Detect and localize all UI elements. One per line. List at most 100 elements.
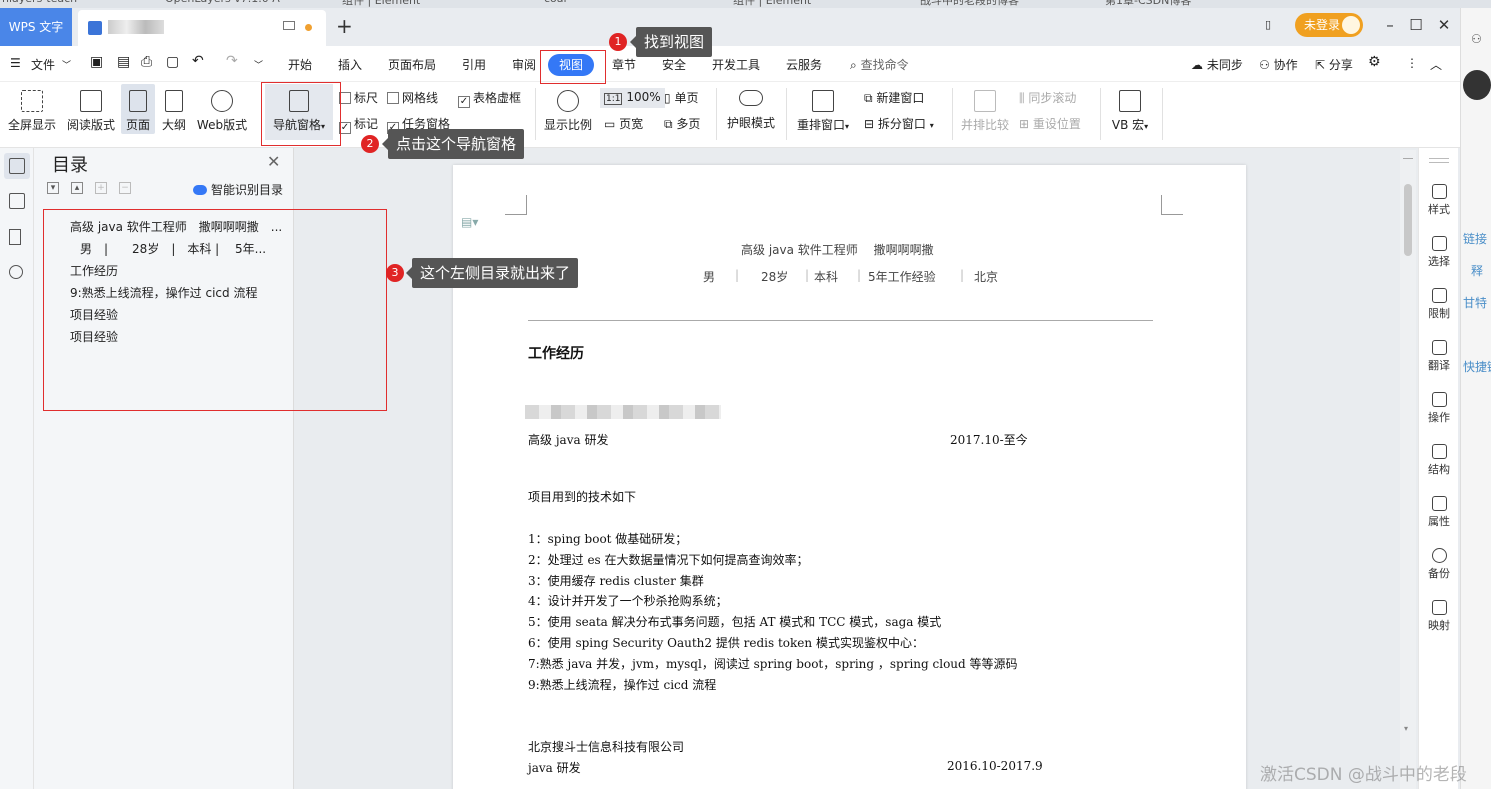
properties-tool[interactable]: 属性: [1419, 496, 1459, 529]
chevron-down-icon[interactable]: ﹀: [62, 58, 71, 71]
translate-tool[interactable]: 翻译: [1419, 340, 1459, 373]
sync-scroll-button[interactable]: ⫼ 同步滚动: [1019, 89, 1076, 106]
zoom-button[interactable]: 显示比例: [542, 90, 594, 133]
browser-tab[interactable]: OpenLayers v7.1.0 A: [165, 0, 280, 8]
browser-tab[interactable]: 第1章-CSDN博客: [1105, 0, 1191, 8]
backup-tool[interactable]: 备份: [1419, 548, 1459, 581]
split-window-button[interactable]: ⊟ 拆分窗口 ▾: [864, 115, 934, 132]
save-icon[interactable]: ▣: [90, 54, 103, 70]
sync-status[interactable]: ☁ 未同步: [1191, 56, 1243, 73]
dropdown-arrow-icon[interactable]: ▾: [845, 122, 849, 131]
app-tab[interactable]: WPS 文字: [0, 8, 72, 46]
browser-tab[interactable]: 战斗中的老段的博客: [920, 0, 1019, 8]
remove-icon[interactable]: −: [119, 182, 131, 194]
collapse-up-icon[interactable]: ▴: [71, 182, 83, 194]
zoom-100-button[interactable]: 1:1 100%: [600, 88, 665, 108]
single-page-button[interactable]: ▯ 单页: [664, 89, 698, 106]
outline-button[interactable]: 大纲: [158, 90, 190, 133]
login-button[interactable]: 未登录: [1295, 13, 1363, 37]
menu-cloud[interactable]: 云服务: [786, 56, 822, 73]
hamburger-icon[interactable]: ☰: [10, 56, 21, 70]
side-link[interactable]: 链接: [1463, 230, 1487, 247]
gridlines-checkbox[interactable]: 网格线: [387, 89, 438, 106]
vertical-scrollbar[interactable]: ▾: [1400, 150, 1416, 789]
menu-home[interactable]: 开始: [288, 56, 312, 73]
menu-developer[interactable]: 开发工具: [712, 56, 760, 73]
restrict-tool[interactable]: 限制: [1419, 288, 1459, 321]
window-layout-icon[interactable]: ▯: [1256, 13, 1280, 37]
search-icon[interactable]: [9, 265, 23, 279]
menu-file[interactable]: 文件: [31, 56, 55, 73]
minimize-icon[interactable]: –: [1378, 13, 1402, 37]
page-view-button[interactable]: 页面: [121, 84, 155, 134]
eye-mode-button[interactable]: 护眼模式: [723, 90, 779, 131]
ai-toc-button[interactable]: 智能识别目录: [193, 181, 283, 198]
page-width-label: 页宽: [619, 117, 644, 131]
fullscreen-button[interactable]: 全屏显示: [6, 90, 58, 133]
side-link[interactable]: 甘特: [1463, 294, 1487, 311]
side-by-side-button[interactable]: 并排比较: [958, 90, 1012, 133]
vb-macro-button[interactable]: VB 宏▾: [1106, 90, 1154, 133]
mapping-tool[interactable]: 映射: [1419, 600, 1459, 633]
share-button[interactable]: ⇱ 分享: [1315, 56, 1353, 73]
document-tab[interactable]: [78, 10, 326, 46]
table-gridlines-checkbox[interactable]: ✓ 表格虚框: [458, 89, 521, 108]
expand-down-icon[interactable]: ▾: [47, 182, 59, 194]
style-tool[interactable]: 样式: [1419, 184, 1459, 217]
gridlines-label: 网格线: [402, 91, 439, 105]
search-command[interactable]: ⌕ 查找命令: [850, 56, 909, 73]
side-link[interactable]: 释: [1471, 262, 1483, 279]
rearrange-window-button[interactable]: 重排窗口▾: [792, 90, 854, 133]
new-window-button[interactable]: ⧉ 新建窗口: [864, 89, 924, 106]
monitor-icon[interactable]: [283, 21, 295, 30]
collaborate-button[interactable]: ⚇ 协作: [1259, 56, 1298, 73]
menu-chapter[interactable]: 章节: [612, 56, 636, 73]
avatar[interactable]: [1463, 70, 1491, 100]
divider: [716, 88, 717, 140]
browser-tab[interactable]: coal: [544, 0, 567, 8]
operate-tool[interactable]: 操作: [1419, 392, 1459, 425]
new-tab-button[interactable]: +: [336, 14, 353, 38]
page-width-button[interactable]: ▭ 页宽: [604, 115, 643, 132]
close-icon[interactable]: ✕: [1432, 13, 1456, 37]
paragraph-format-icon[interactable]: ▤▾: [461, 215, 478, 229]
menu-references[interactable]: 引用: [462, 56, 486, 73]
dropdown-arrow-icon[interactable]: ▾: [930, 121, 934, 130]
menu-security[interactable]: 安全: [662, 56, 686, 73]
bookmark-icon[interactable]: [9, 229, 21, 245]
menu-page-layout[interactable]: 页面布局: [388, 56, 436, 73]
menu-insert[interactable]: 插入: [338, 56, 362, 73]
browser-tab[interactable]: 组件 | Element: [342, 0, 420, 8]
select-tool[interactable]: 选择: [1419, 236, 1459, 269]
maximize-icon[interactable]: ☐: [1404, 13, 1428, 37]
more-icon[interactable]: ⋮: [1406, 56, 1418, 70]
menu-review[interactable]: 审阅: [512, 56, 536, 73]
chapter-icon[interactable]: [9, 193, 25, 209]
user-icon[interactable]: ⚇: [1471, 32, 1482, 46]
reading-mode-button[interactable]: 阅读版式: [64, 90, 118, 133]
multi-page-button[interactable]: ⧉ 多页: [664, 115, 700, 132]
side-link[interactable]: 快捷键: [1463, 358, 1491, 375]
ruler-checkbox[interactable]: 标尺: [339, 89, 378, 106]
browser-tab[interactable]: 组件 | Element: [733, 0, 811, 8]
browser-tab[interactable]: nlayers-teach: [2, 0, 77, 8]
collapse-ribbon-icon[interactable]: ︿: [1430, 56, 1442, 73]
web-layout-button[interactable]: Web版式: [194, 90, 250, 133]
toc-icon[interactable]: [9, 158, 25, 174]
undo-icon[interactable]: ↶: [192, 53, 204, 69]
brush-icon: [1431, 184, 1447, 199]
export-pdf-icon[interactable]: ▤: [117, 54, 130, 70]
add-icon[interactable]: +: [95, 182, 107, 194]
quick-access-more-icon[interactable]: ﹀: [254, 58, 263, 71]
print-icon[interactable]: ⎙: [141, 54, 152, 70]
scroll-down-icon[interactable]: ▾: [1404, 724, 1408, 733]
redo-icon[interactable]: ↷: [226, 53, 238, 69]
close-icon[interactable]: ✕: [267, 152, 280, 171]
dropdown-arrow-icon[interactable]: ▾: [1144, 122, 1148, 131]
markup-checkbox[interactable]: ✓ 标记: [339, 115, 378, 134]
print-preview-icon[interactable]: ▢: [166, 54, 179, 70]
scroll-thumb[interactable]: [1404, 184, 1412, 256]
structure-tool[interactable]: 结构: [1419, 444, 1459, 477]
reset-position-button[interactable]: ⊞ 重设位置: [1019, 115, 1081, 132]
gear-icon[interactable]: ⚙: [1368, 54, 1381, 70]
